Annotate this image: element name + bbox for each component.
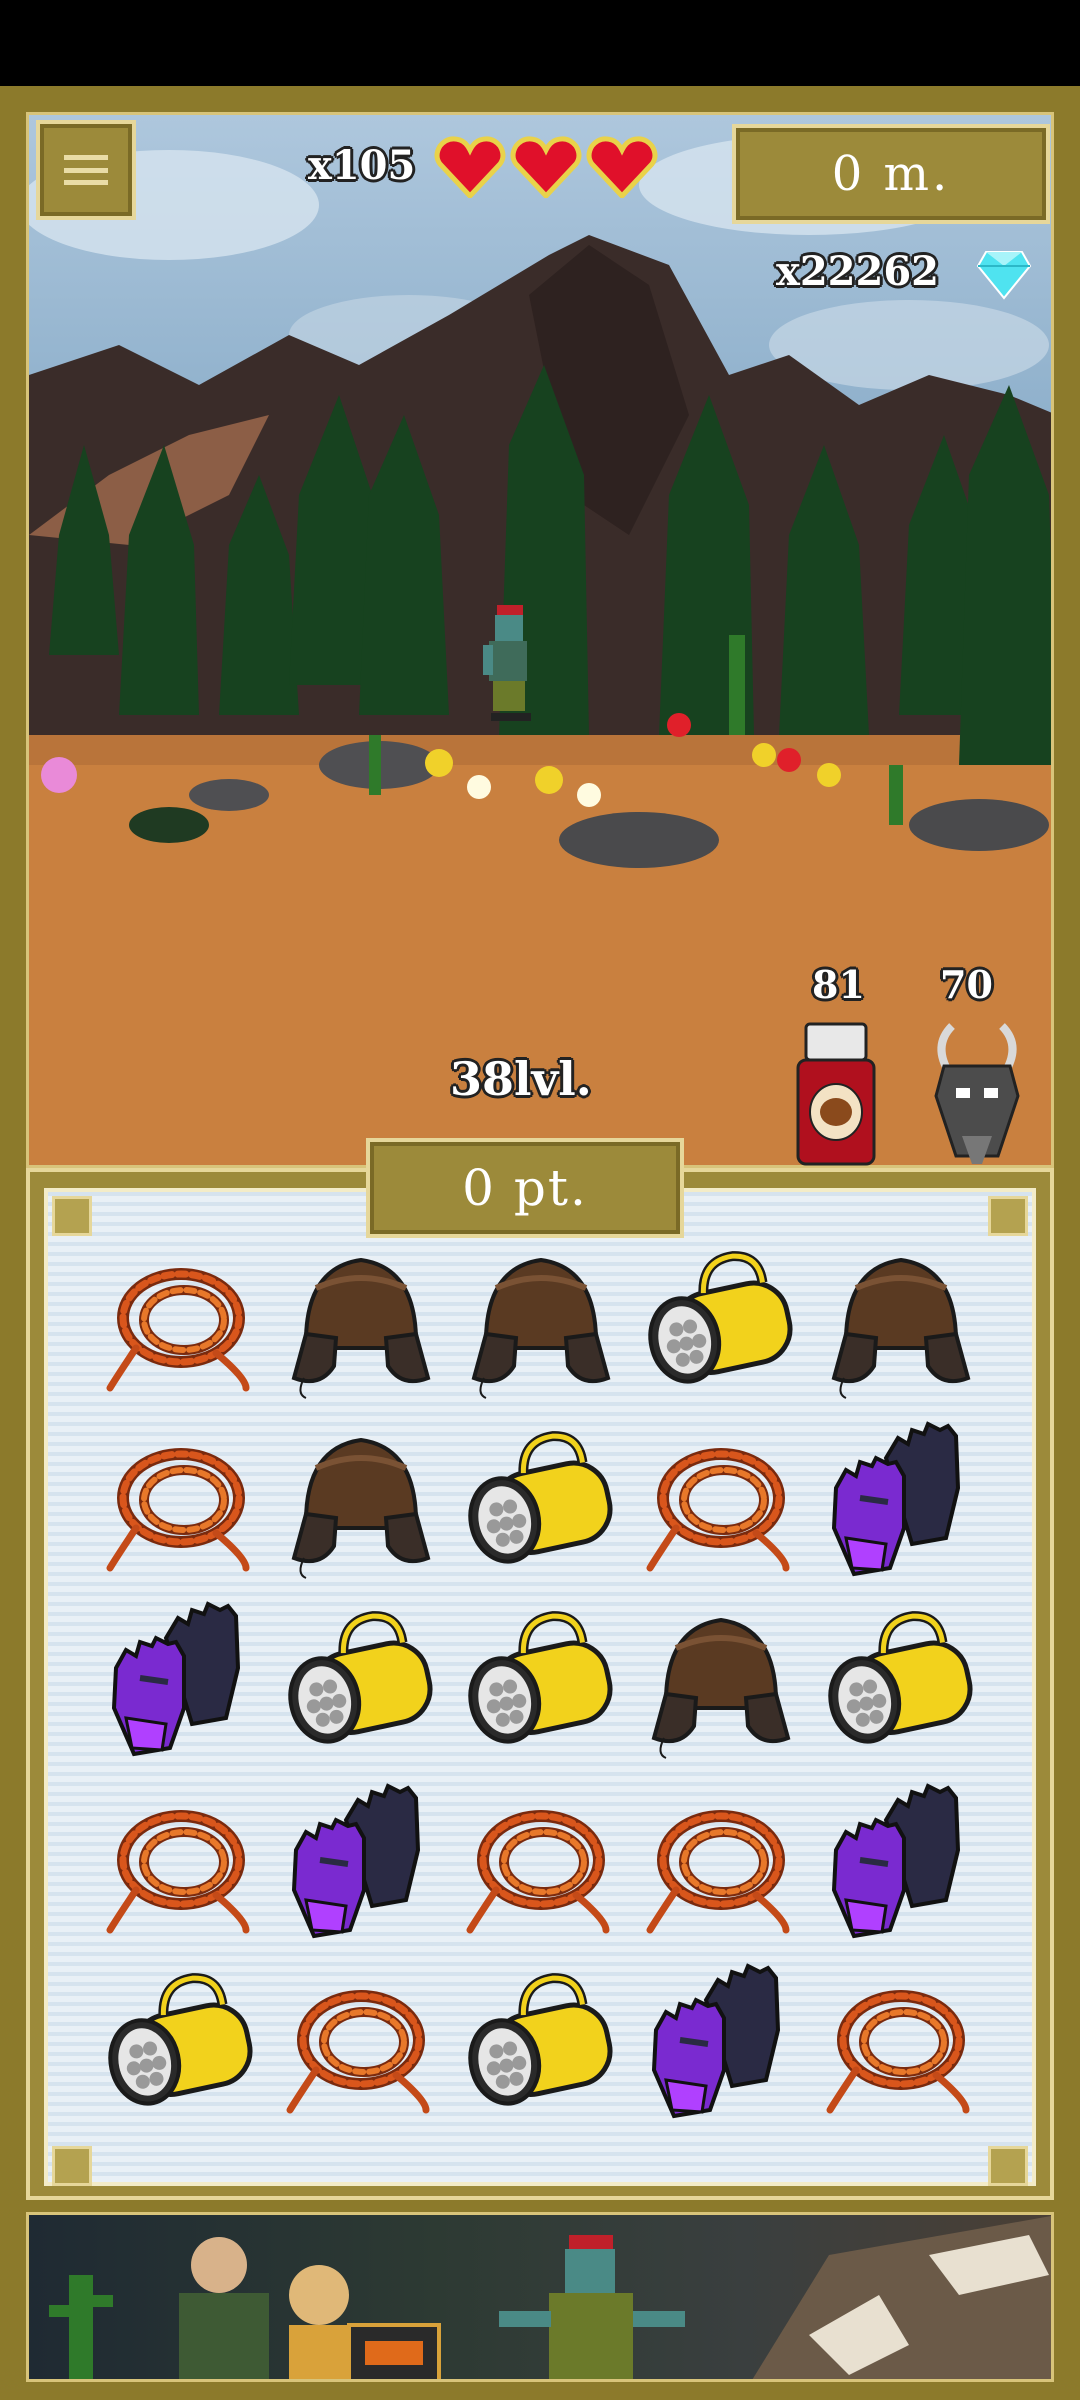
tile-hat[interactable] (456, 1238, 626, 1408)
character-banner[interactable] (26, 2212, 1054, 2382)
distance-display: 0 m. (732, 124, 1050, 224)
tile-gloves[interactable] (276, 1780, 446, 1950)
character-banner-art (49, 2216, 1051, 2379)
jar-icon[interactable] (790, 1020, 882, 1168)
tile-lantern[interactable] (636, 1238, 806, 1408)
board-corner-decoration (988, 1196, 1028, 1236)
score-display: 0 pt. (366, 1138, 684, 1238)
tile-lantern[interactable] (276, 1598, 446, 1768)
tile-lantern[interactable] (816, 1598, 986, 1768)
tile-lantern[interactable] (456, 1418, 626, 1588)
player-character (483, 605, 531, 721)
heart-icon (434, 136, 506, 198)
menu-button[interactable] (36, 120, 136, 220)
board-corner-decoration (52, 2146, 92, 2186)
distance-value: 0 m. (831, 146, 951, 202)
tile-rope[interactable] (636, 1780, 806, 1950)
heart-icon (586, 136, 658, 198)
level-indicator: 38lvl. (450, 1052, 592, 1106)
tile-gloves[interactable] (816, 1780, 986, 1950)
tile-rope[interactable] (276, 1960, 446, 2130)
tile-hat[interactable] (276, 1238, 446, 1408)
lives-count: x105 (308, 142, 416, 189)
tile-rope[interactable] (636, 1418, 806, 1588)
tile-rope[interactable] (96, 1780, 266, 1950)
tile-rope[interactable] (96, 1418, 266, 1588)
menu-icon (64, 155, 108, 185)
board-corner-decoration (52, 1196, 92, 1236)
heart-icon (510, 136, 582, 198)
goat-icon[interactable] (922, 1016, 1032, 1166)
tile-gloves[interactable] (816, 1418, 986, 1588)
goat-count: 70 (940, 962, 993, 1007)
diamond-icon (976, 251, 1032, 300)
tile-rope[interactable] (456, 1780, 626, 1950)
tile-lantern[interactable] (456, 1598, 626, 1768)
tile-hat[interactable] (636, 1598, 806, 1768)
score-value: 0 pt. (462, 1159, 588, 1217)
tile-gloves[interactable] (96, 1598, 266, 1768)
tile-gloves[interactable] (636, 1960, 806, 2130)
jar-count: 81 (812, 962, 865, 1007)
tile-rope[interactable] (96, 1238, 266, 1408)
gem-count: x22262 (776, 248, 940, 295)
tile-hat[interactable] (276, 1418, 446, 1588)
tile-lantern[interactable] (456, 1960, 626, 2130)
tile-hat[interactable] (816, 1238, 986, 1408)
tile-rope[interactable] (816, 1960, 986, 2130)
board-corner-decoration (988, 2146, 1028, 2186)
tile-lantern[interactable] (96, 1960, 266, 2130)
